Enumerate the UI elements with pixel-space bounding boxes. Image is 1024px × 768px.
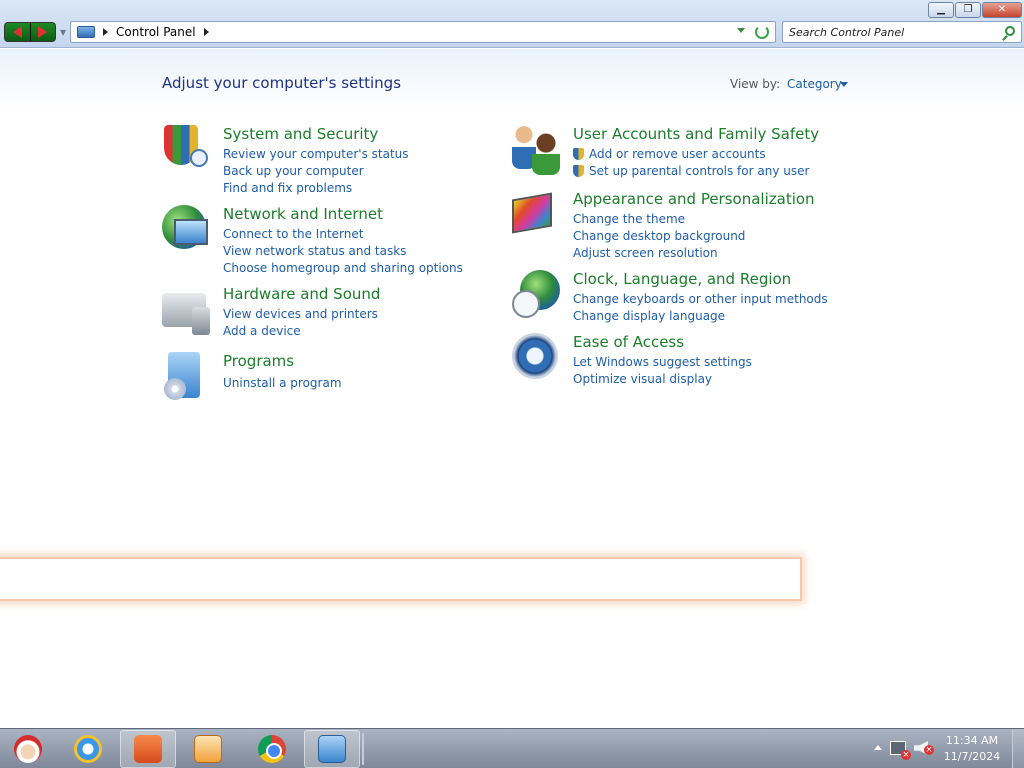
- maximize-button[interactable]: ❐: [955, 2, 981, 18]
- users-icon[interactable]: [512, 125, 562, 175]
- category-link[interactable]: Change keyboards or other input methods: [573, 291, 828, 308]
- disc-icon: [164, 378, 186, 400]
- category-link[interactable]: Add or remove user accounts: [573, 146, 809, 163]
- address-bar[interactable]: Control Panel: [70, 21, 776, 43]
- taskbar-app-chrome[interactable]: [244, 730, 300, 768]
- media-player-icon: [194, 735, 222, 763]
- category-link[interactable]: Choose homegroup and sharing options: [223, 260, 463, 277]
- clock-icon: [512, 290, 540, 318]
- view-by-label: View by:: [730, 77, 781, 91]
- category-link[interactable]: Let Windows suggest settings: [573, 354, 752, 371]
- show-hidden-icons-icon[interactable]: [874, 745, 882, 750]
- taskbar: × 11:34 AM 11/7/2024: [0, 728, 1024, 768]
- search-input[interactable]: [783, 25, 993, 39]
- category-title[interactable]: System and Security: [223, 125, 378, 143]
- category-link[interactable]: Optimize visual display: [573, 371, 752, 388]
- search-icon[interactable]: [1005, 26, 1015, 36]
- taskbar-app-control-panel[interactable]: [304, 730, 360, 768]
- santa-start-icon: [14, 735, 42, 763]
- category-link[interactable]: Connect to the Internet: [223, 226, 463, 243]
- taskbar-app-ie[interactable]: [60, 730, 116, 768]
- category-link-label: Add or remove user accounts: [589, 147, 766, 161]
- uac-shield-icon: [573, 165, 584, 177]
- navigation-buttons: [4, 22, 56, 42]
- recent-pages-dropdown[interactable]: ▼: [60, 28, 66, 37]
- start-button[interactable]: [0, 730, 56, 768]
- speaker-icon: [192, 307, 210, 335]
- breadcrumb-control-panel[interactable]: Control Panel: [116, 25, 196, 39]
- file-explorer-icon: [134, 735, 162, 763]
- internet-explorer-icon: [74, 735, 102, 763]
- category-link[interactable]: Set up parental controls for any user: [573, 163, 809, 180]
- chevron-down-icon[interactable]: [840, 82, 848, 87]
- category-link[interactable]: Change display language: [573, 308, 828, 325]
- control-panel-icon: [77, 26, 95, 38]
- category-link[interactable]: Back up your computer: [223, 163, 409, 180]
- refresh-icon[interactable]: [755, 25, 769, 39]
- forward-button[interactable]: [30, 23, 55, 41]
- overlay-panel: [0, 557, 802, 601]
- window-controls: ▁ ❐ ✕: [928, 2, 1022, 18]
- category-title[interactable]: Hardware and Sound: [223, 285, 380, 303]
- search-box[interactable]: [782, 21, 1022, 43]
- category-title[interactable]: Network and Internet: [223, 205, 383, 223]
- clock-overlay-icon: [190, 149, 208, 167]
- uac-shield-icon: [573, 148, 584, 160]
- control-panel-icon: [318, 735, 346, 763]
- close-button[interactable]: ✕: [982, 2, 1022, 18]
- category-link[interactable]: Find and fix problems: [223, 180, 409, 197]
- category-link[interactable]: View network status and tasks: [223, 243, 463, 260]
- muted-icon: ×: [924, 745, 934, 755]
- category-title[interactable]: Clock, Language, and Region: [573, 270, 791, 288]
- category-title[interactable]: Ease of Access: [573, 333, 684, 351]
- title-bar: ▁ ❐ ✕ ▼ Control Panel: [0, 0, 1024, 48]
- page-title: Adjust your computer's settings: [162, 74, 402, 92]
- back-button[interactable]: [5, 23, 31, 41]
- category-link[interactable]: Change the theme: [573, 211, 745, 228]
- category-link[interactable]: Review your computer's status: [223, 146, 409, 163]
- category-link[interactable]: Uninstall a program: [223, 375, 342, 392]
- minimize-button[interactable]: ▁: [928, 2, 954, 18]
- address-dropdown-icon[interactable]: [737, 28, 745, 33]
- network-status-icon[interactable]: [890, 741, 911, 760]
- category-link[interactable]: Change desktop background: [573, 228, 745, 245]
- clock[interactable]: 11:34 AM 11/7/2024: [940, 733, 1004, 765]
- forward-arrow-icon: [38, 26, 48, 38]
- clock-time: 11:34 AM: [945, 734, 999, 747]
- breadcrumb-separator-icon[interactable]: [103, 28, 108, 36]
- category-title[interactable]: Appearance and Personalization: [573, 190, 815, 208]
- category-link[interactable]: Add a device: [223, 323, 378, 340]
- show-desktop-button[interactable]: [1012, 729, 1024, 768]
- monitor-icon: [174, 219, 208, 245]
- category-title[interactable]: Programs: [223, 352, 294, 370]
- view-by-dropdown[interactable]: Category: [787, 77, 842, 91]
- category-link-label: Set up parental controls for any user: [589, 164, 810, 178]
- content-area: Adjust your computer's settings View by:…: [0, 49, 1024, 728]
- chrome-icon: [258, 735, 286, 763]
- breadcrumb-separator-icon[interactable]: [203, 28, 209, 36]
- ease-of-access-icon[interactable]: [512, 333, 558, 379]
- palette-icon[interactable]: [512, 192, 552, 234]
- category-link[interactable]: Adjust screen resolution: [573, 245, 745, 262]
- category-link[interactable]: View devices and printers: [223, 306, 378, 323]
- user-icon: [532, 133, 560, 175]
- taskbar-app-media[interactable]: [180, 730, 236, 768]
- taskbar-app-explorer[interactable]: [120, 730, 176, 768]
- taskbar-divider: [362, 733, 364, 765]
- clock-date: 11/7/2024: [943, 750, 1001, 763]
- category-title[interactable]: User Accounts and Family Safety: [573, 125, 819, 143]
- back-arrow-icon: [12, 26, 22, 38]
